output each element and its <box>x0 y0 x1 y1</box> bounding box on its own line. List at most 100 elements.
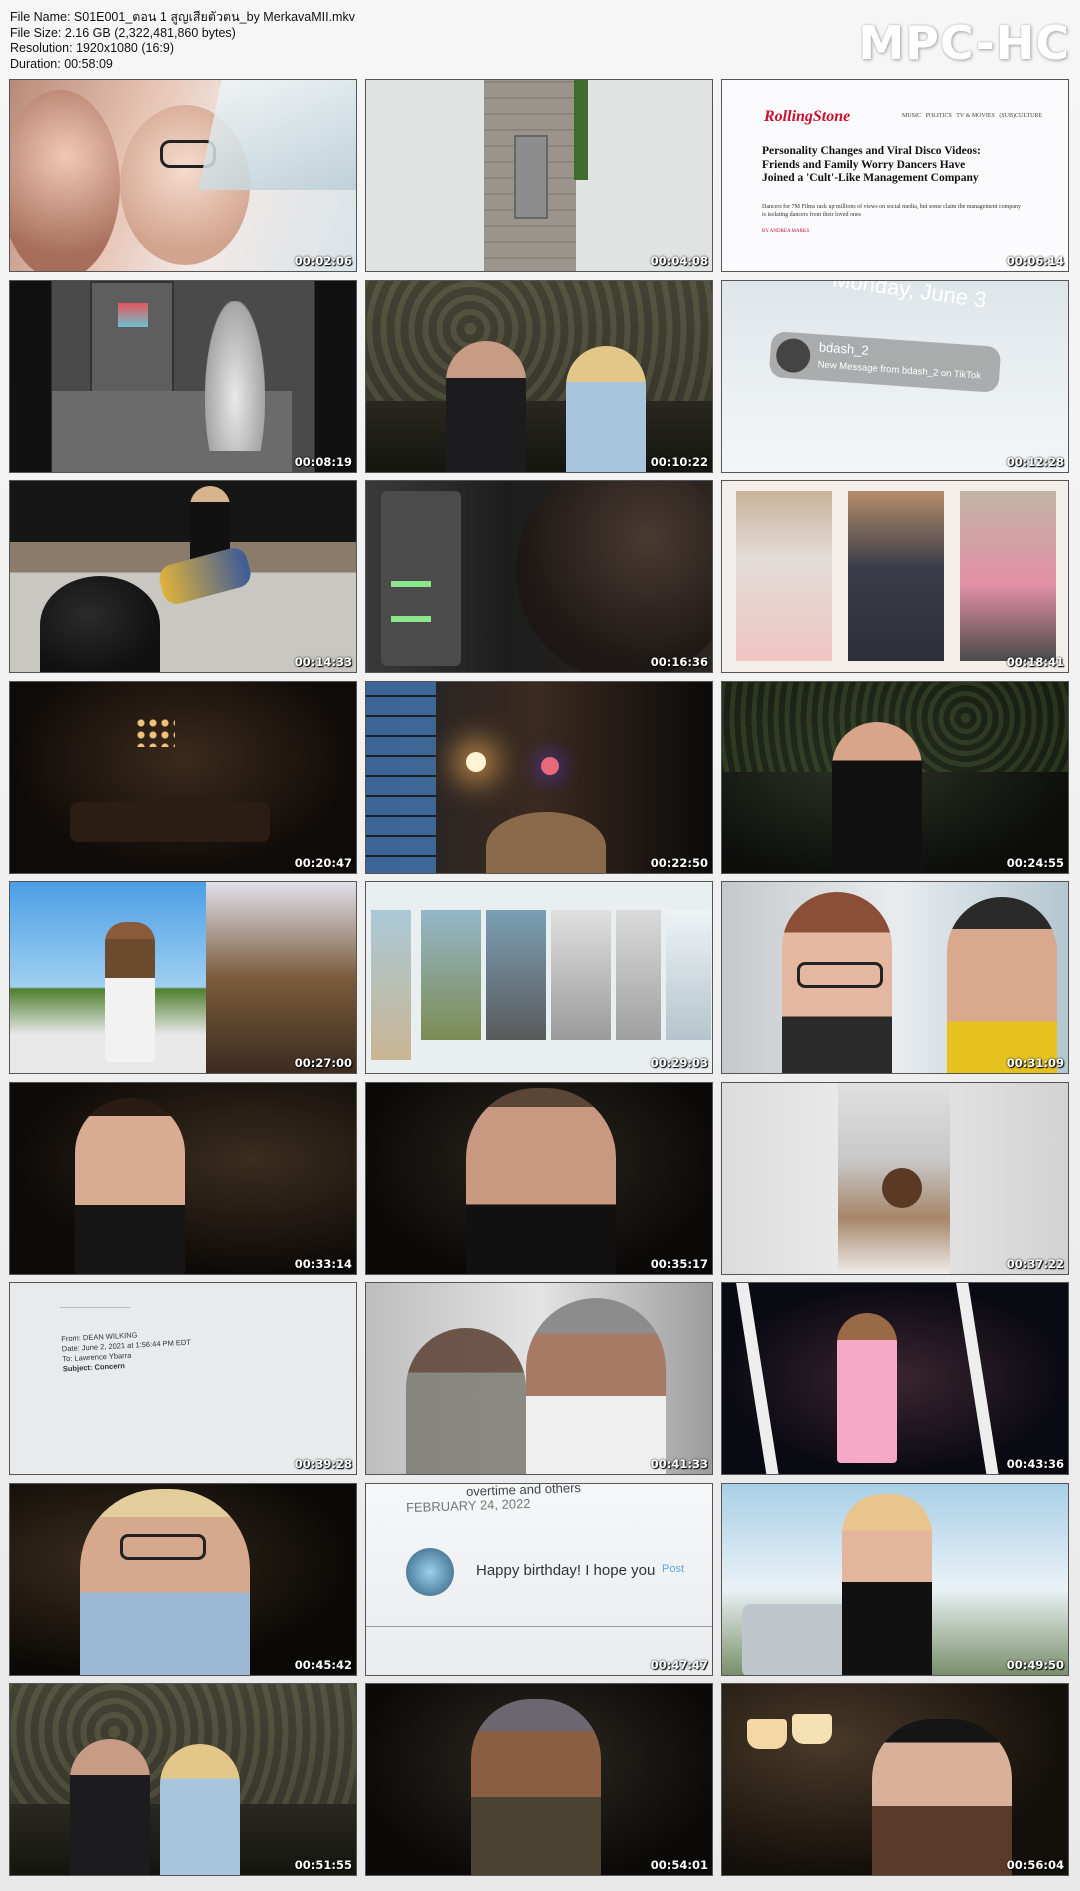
rs-dek: Dancers for 7M Films rack up millions of… <box>762 204 1021 218</box>
thumbnail-21[interactable]: 00:43:36 <box>721 1282 1069 1475</box>
timestamp: 00:41:33 <box>650 1457 708 1471</box>
video-strip-3 <box>486 910 546 1040</box>
timestamp: 00:22:50 <box>650 855 708 870</box>
green-light-2 <box>391 616 431 622</box>
nav-music: MUSIC <box>902 113 922 119</box>
man-seated <box>446 340 526 472</box>
dancer-pink <box>837 1313 897 1463</box>
man-seated <box>70 1739 150 1875</box>
camera-operator <box>40 576 160 672</box>
email-toolbar <box>60 1301 130 1308</box>
rolling-stone-logo: RollingStone <box>764 108 851 125</box>
thumbnail-5[interactable]: 00:10:22 <box>365 279 713 473</box>
avatar <box>775 336 812 374</box>
timestamp: 00:27:00 <box>294 1056 352 1070</box>
timestamp: 00:45:42 <box>294 1657 352 1672</box>
shelf <box>90 280 174 395</box>
nav-politics: POLITICS <box>925 113 952 119</box>
woman-gray-hair <box>526 1298 666 1474</box>
timestamp: 00:47:47 <box>650 1657 708 1672</box>
intercom-panel <box>514 135 548 219</box>
video-strip-4 <box>551 910 611 1040</box>
post-button[interactable]: Post <box>662 1563 684 1575</box>
thumbnail-8[interactable]: 00:16:36 <box>365 480 713 673</box>
thumbnail-2[interactable]: 00:04:08 <box>365 79 713 272</box>
blue-window <box>366 681 436 873</box>
video-strip-1 <box>371 910 411 1060</box>
resolution: Resolution: 1920x1080 (16:9) <box>10 41 175 55</box>
thumbnail-20[interactable]: 00:41:33 <box>365 1282 713 1475</box>
frame-right <box>954 1283 1002 1474</box>
hair-silhouette <box>486 811 606 873</box>
thumbnail-grid: 00:02:06 00:04:08 RollingStone MUSIC POL… <box>9 79 1069 1876</box>
timestamp: 00:08:19 <box>294 454 352 469</box>
thumbnail-11[interactable]: 00:22:50 <box>365 680 713 874</box>
timestamp: 00:12:28 <box>1006 454 1064 469</box>
side-panel <box>206 882 356 1073</box>
timestamp: 00:56:04 <box>1006 1858 1064 1872</box>
thumbnail-23[interactable]: overtime and others FEBRUARY 24, 2022 Ha… <box>365 1482 713 1676</box>
thumbnail-14[interactable]: 00:29:03 <box>365 881 713 1074</box>
thumbnail-24[interactable]: 00:49:50 <box>721 1482 1069 1676</box>
thumbnail-15[interactable]: 00:31:09 <box>721 881 1069 1074</box>
thumbnail-7[interactable]: 00:14:33 <box>9 480 357 673</box>
duration: Duration: 00:58:09 <box>10 56 113 71</box>
timestamp: 00:35:17 <box>650 1256 708 1271</box>
dancer-floor <box>156 545 254 607</box>
thumbnail-16[interactable]: 00:33:14 <box>9 1081 357 1275</box>
thumbnail-1[interactable]: 00:02:06 <box>9 79 357 272</box>
thumbnail-3[interactable]: RollingStone MUSIC POLITICS TV & MOVIES … <box>721 79 1069 272</box>
thumbnail-27[interactable]: 00:56:04 <box>721 1683 1069 1876</box>
thumbnail-6[interactable]: Monday, June 3 bdash_2 New Message from … <box>721 279 1069 473</box>
post-avatar <box>406 1547 454 1596</box>
timestamp: 00:10:22 <box>650 454 708 469</box>
thumbnail-10[interactable]: 00:20:47 <box>9 680 357 874</box>
file-size: File Size: 2.16 GB (2,322,481,860 bytes) <box>10 25 236 40</box>
thumbnail-19[interactable]: From: DEAN WILKING Date: June 2, 2021 at… <box>9 1282 357 1475</box>
timestamp: 00:37:22 <box>1006 1256 1064 1271</box>
timestamp: 00:16:36 <box>650 655 708 669</box>
thumbnail-4[interactable]: 00:08:19 <box>9 279 357 473</box>
thumbnail-18[interactable]: 00:37:22 <box>721 1081 1069 1275</box>
timestamp: 00:54:01 <box>650 1858 708 1872</box>
post-date: FEBRUARY 24, 2022 <box>405 1495 531 1515</box>
nav-tv-movies: TV & MOVIES <box>956 113 995 119</box>
woman-interview <box>75 1097 185 1274</box>
lock-date: Monday, June 3 <box>831 279 988 313</box>
video-strip-2 <box>421 910 481 1040</box>
red-flare <box>541 756 559 775</box>
thumbnail-12[interactable]: 00:24:55 <box>721 680 1069 874</box>
table <box>70 801 270 842</box>
green-light-1 <box>391 581 431 587</box>
dancer <box>842 1493 932 1675</box>
timestamp: 00:14:33 <box>294 655 352 669</box>
face-left <box>10 90 120 271</box>
timestamp: 00:51:55 <box>294 1858 352 1872</box>
thumbnail-17[interactable]: 00:35:17 <box>365 1081 713 1275</box>
wallpaper <box>366 280 712 401</box>
notif-message: New Message from bdash_2 on TikTok <box>817 358 982 382</box>
lamp-1 <box>747 1719 787 1749</box>
timestamp: 00:24:55 <box>1006 855 1064 870</box>
thumbnail-13[interactable]: 00:27:00 <box>9 881 357 1074</box>
thumbnail-9[interactable]: 00:18:41 <box>721 480 1069 673</box>
woman-interview <box>80 1488 250 1675</box>
thumbnail-22[interactable]: 00:45:42 <box>9 1482 357 1676</box>
thumbnail-26[interactable]: 00:54:01 <box>365 1683 713 1876</box>
child-head <box>882 1167 922 1208</box>
video-strip-5 <box>616 910 661 1040</box>
child-figure <box>205 300 265 451</box>
woman-seated <box>566 345 646 472</box>
man-bucket-hat <box>471 1699 601 1875</box>
email-body: From: DEAN WILKING Date: June 2, 2021 at… <box>61 1328 192 1375</box>
post-divider <box>366 1625 712 1627</box>
thumbnail-25[interactable]: 00:51:55 <box>9 1683 357 1876</box>
man-face <box>947 897 1057 1073</box>
woman-interview <box>872 1719 1012 1875</box>
tv-screen <box>118 302 148 327</box>
light-flare <box>466 751 486 772</box>
video-strip-6 <box>666 910 711 1040</box>
rs-byline: BY ANDREA MARKS <box>762 229 810 234</box>
glasses <box>797 962 883 988</box>
timestamp: 00:39:28 <box>294 1457 352 1471</box>
